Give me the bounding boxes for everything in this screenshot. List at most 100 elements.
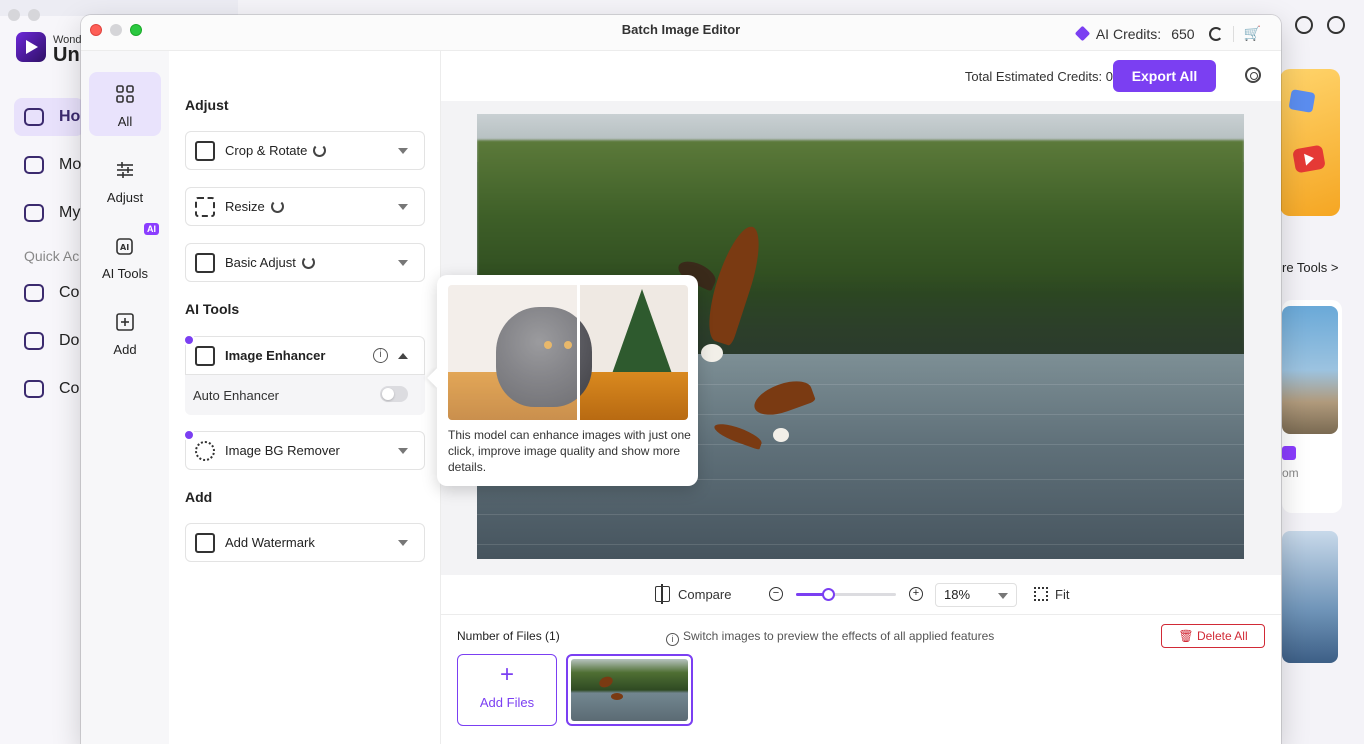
bg-remover-icon bbox=[195, 441, 215, 461]
quick-access-label: Quick Ac bbox=[24, 248, 80, 264]
quick-item-download[interactable]: Do bbox=[14, 322, 84, 360]
files-strip: Number of Files (1) i Switch images to pr… bbox=[441, 616, 1281, 744]
sliders-icon bbox=[195, 253, 215, 273]
quick-item-compress[interactable]: Co bbox=[14, 370, 84, 408]
nav-home[interactable]: Ho bbox=[14, 98, 84, 136]
compress-icon bbox=[24, 380, 44, 398]
watermark-icon bbox=[195, 533, 215, 553]
export-all-button[interactable]: Export All bbox=[1113, 60, 1216, 92]
plus-square-icon bbox=[116, 313, 134, 331]
rail-all[interactable]: All bbox=[89, 72, 161, 136]
rail-add[interactable]: Add bbox=[89, 300, 161, 364]
zoom-bar: Compare − + 18% Fit bbox=[441, 575, 1281, 615]
tool-card[interactable]: om bbox=[1282, 300, 1342, 513]
zoom-select[interactable]: 18% bbox=[935, 583, 1017, 607]
image-enhance-icon bbox=[195, 346, 215, 366]
plus-icon: + bbox=[499, 661, 514, 688]
convert-icon bbox=[24, 284, 44, 302]
preview-toolbar: Total Estimated Credits: 0 Export All bbox=[441, 51, 1281, 101]
chevron-down-icon bbox=[398, 448, 408, 454]
compare-icon[interactable] bbox=[655, 584, 670, 604]
switch-hint: i Switch images to preview the effects of… bbox=[666, 629, 994, 646]
ai-badge bbox=[1282, 446, 1296, 460]
file-count: Number of Files (1) bbox=[457, 629, 560, 643]
fit-button[interactable]: Fit bbox=[1055, 587, 1069, 602]
reset-icon[interactable] bbox=[301, 256, 315, 269]
add-section-title: Add bbox=[185, 489, 213, 505]
download-icon bbox=[24, 332, 44, 350]
card-thumbnail bbox=[1282, 306, 1338, 434]
chevron-up-icon bbox=[398, 353, 408, 359]
chevron-down-icon bbox=[398, 540, 408, 546]
adjust-section-title: Adjust bbox=[185, 97, 229, 113]
nav-my-files[interactable]: My bbox=[14, 194, 84, 232]
chevron-down-icon bbox=[398, 260, 408, 266]
compare-button[interactable]: Compare bbox=[678, 587, 731, 602]
crop-icon bbox=[195, 141, 215, 161]
zoom-slider[interactable] bbox=[796, 588, 896, 601]
chevron-down-icon bbox=[998, 593, 1008, 599]
delete-all-button[interactable]: 🗑 Delete All bbox=[1161, 624, 1265, 648]
fit-icon[interactable] bbox=[1034, 587, 1048, 601]
tooltip-description: This model can enhance images with just … bbox=[448, 428, 691, 474]
title-bar: Batch Image Editor AI Credits: 650 🛒 bbox=[81, 15, 1281, 51]
zoom-in-icon[interactable]: + bbox=[909, 587, 923, 601]
file-thumbnail[interactable] bbox=[566, 654, 693, 726]
svg-text:AI: AI bbox=[120, 243, 129, 252]
image-bg-remover-tool[interactable]: Image BG Remover bbox=[183, 429, 425, 470]
reset-icon[interactable] bbox=[313, 144, 327, 157]
home-icon bbox=[24, 108, 44, 126]
grid-icon bbox=[116, 85, 134, 103]
ai-icon: AI bbox=[116, 238, 133, 255]
rail-adjust[interactable]: Adjust bbox=[89, 148, 161, 212]
image-enhancer-tool[interactable]: Image Enhancer i bbox=[183, 334, 425, 375]
file-icon bbox=[24, 204, 44, 222]
chevron-down-icon bbox=[398, 148, 408, 154]
zoom-out-icon[interactable]: − bbox=[769, 587, 783, 601]
settings-panel: Adjust Crop & Rotate Resize Basic Adjust… bbox=[169, 51, 441, 744]
basic-adjust-tool[interactable]: Basic Adjust bbox=[185, 243, 425, 282]
rail-ai-tools[interactable]: AI AI AI Tools bbox=[89, 223, 161, 288]
category-rail: All Adjust AI AI AI Tools Add bbox=[81, 51, 169, 744]
gear-icon[interactable] bbox=[1245, 67, 1261, 83]
add-files-button[interactable]: + Add Files bbox=[457, 654, 557, 726]
ai-credit-badge bbox=[183, 429, 195, 441]
ai-credits-value: 650 bbox=[1171, 25, 1195, 42]
ai-tools-section-title: AI Tools bbox=[185, 301, 240, 317]
resize-tool[interactable]: Resize bbox=[185, 187, 425, 226]
total-estimated-credits: Total Estimated Credits: 0 bbox=[964, 69, 1113, 84]
image-enhancer-tooltip: This model can enhance images with just … bbox=[437, 275, 698, 486]
trash-icon: 🗑 bbox=[1178, 629, 1197, 643]
info-icon: i bbox=[666, 633, 679, 646]
ai-credit-badge bbox=[183, 334, 195, 346]
chevron-down-icon bbox=[398, 204, 408, 210]
headset-icon[interactable] bbox=[1327, 16, 1345, 34]
sliders-icon bbox=[117, 162, 133, 178]
info-icon[interactable]: i bbox=[373, 348, 388, 363]
cart-icon[interactable]: 🛒 bbox=[1244, 25, 1261, 42]
enhancer-preview-image bbox=[448, 285, 688, 420]
toolbox-icon bbox=[24, 156, 44, 174]
film-icon bbox=[1288, 89, 1316, 113]
resize-icon bbox=[195, 197, 215, 217]
promo-banner[interactable] bbox=[1280, 69, 1340, 216]
chat-icon[interactable] bbox=[1295, 16, 1313, 34]
auto-enhancer-toggle[interactable] bbox=[380, 386, 408, 402]
ai-credits-label: AI Credits: bbox=[1095, 25, 1162, 42]
reset-icon[interactable] bbox=[270, 200, 284, 213]
more-tools-link[interactable]: re Tools > bbox=[1282, 260, 1339, 275]
tool-card-2[interactable] bbox=[1282, 531, 1338, 663]
youtube-icon bbox=[1292, 144, 1326, 174]
nav-media[interactable]: Mo bbox=[14, 146, 84, 184]
zoom-slider-thumb[interactable] bbox=[822, 588, 835, 601]
ai-tag-badge: AI bbox=[144, 223, 159, 235]
credits-diamond-icon bbox=[1074, 25, 1091, 42]
compare-divider bbox=[577, 285, 580, 420]
bg-min-dot bbox=[28, 9, 40, 21]
refresh-credits-icon[interactable] bbox=[1208, 26, 1223, 41]
crop-rotate-tool[interactable]: Crop & Rotate bbox=[185, 131, 425, 170]
auto-enhancer-row: Auto Enhancer bbox=[185, 375, 425, 415]
ai-credits: AI Credits: 650 🛒 bbox=[1074, 25, 1261, 42]
quick-item-convert[interactable]: Co bbox=[14, 274, 84, 312]
add-watermark-tool[interactable]: Add Watermark bbox=[185, 523, 425, 562]
